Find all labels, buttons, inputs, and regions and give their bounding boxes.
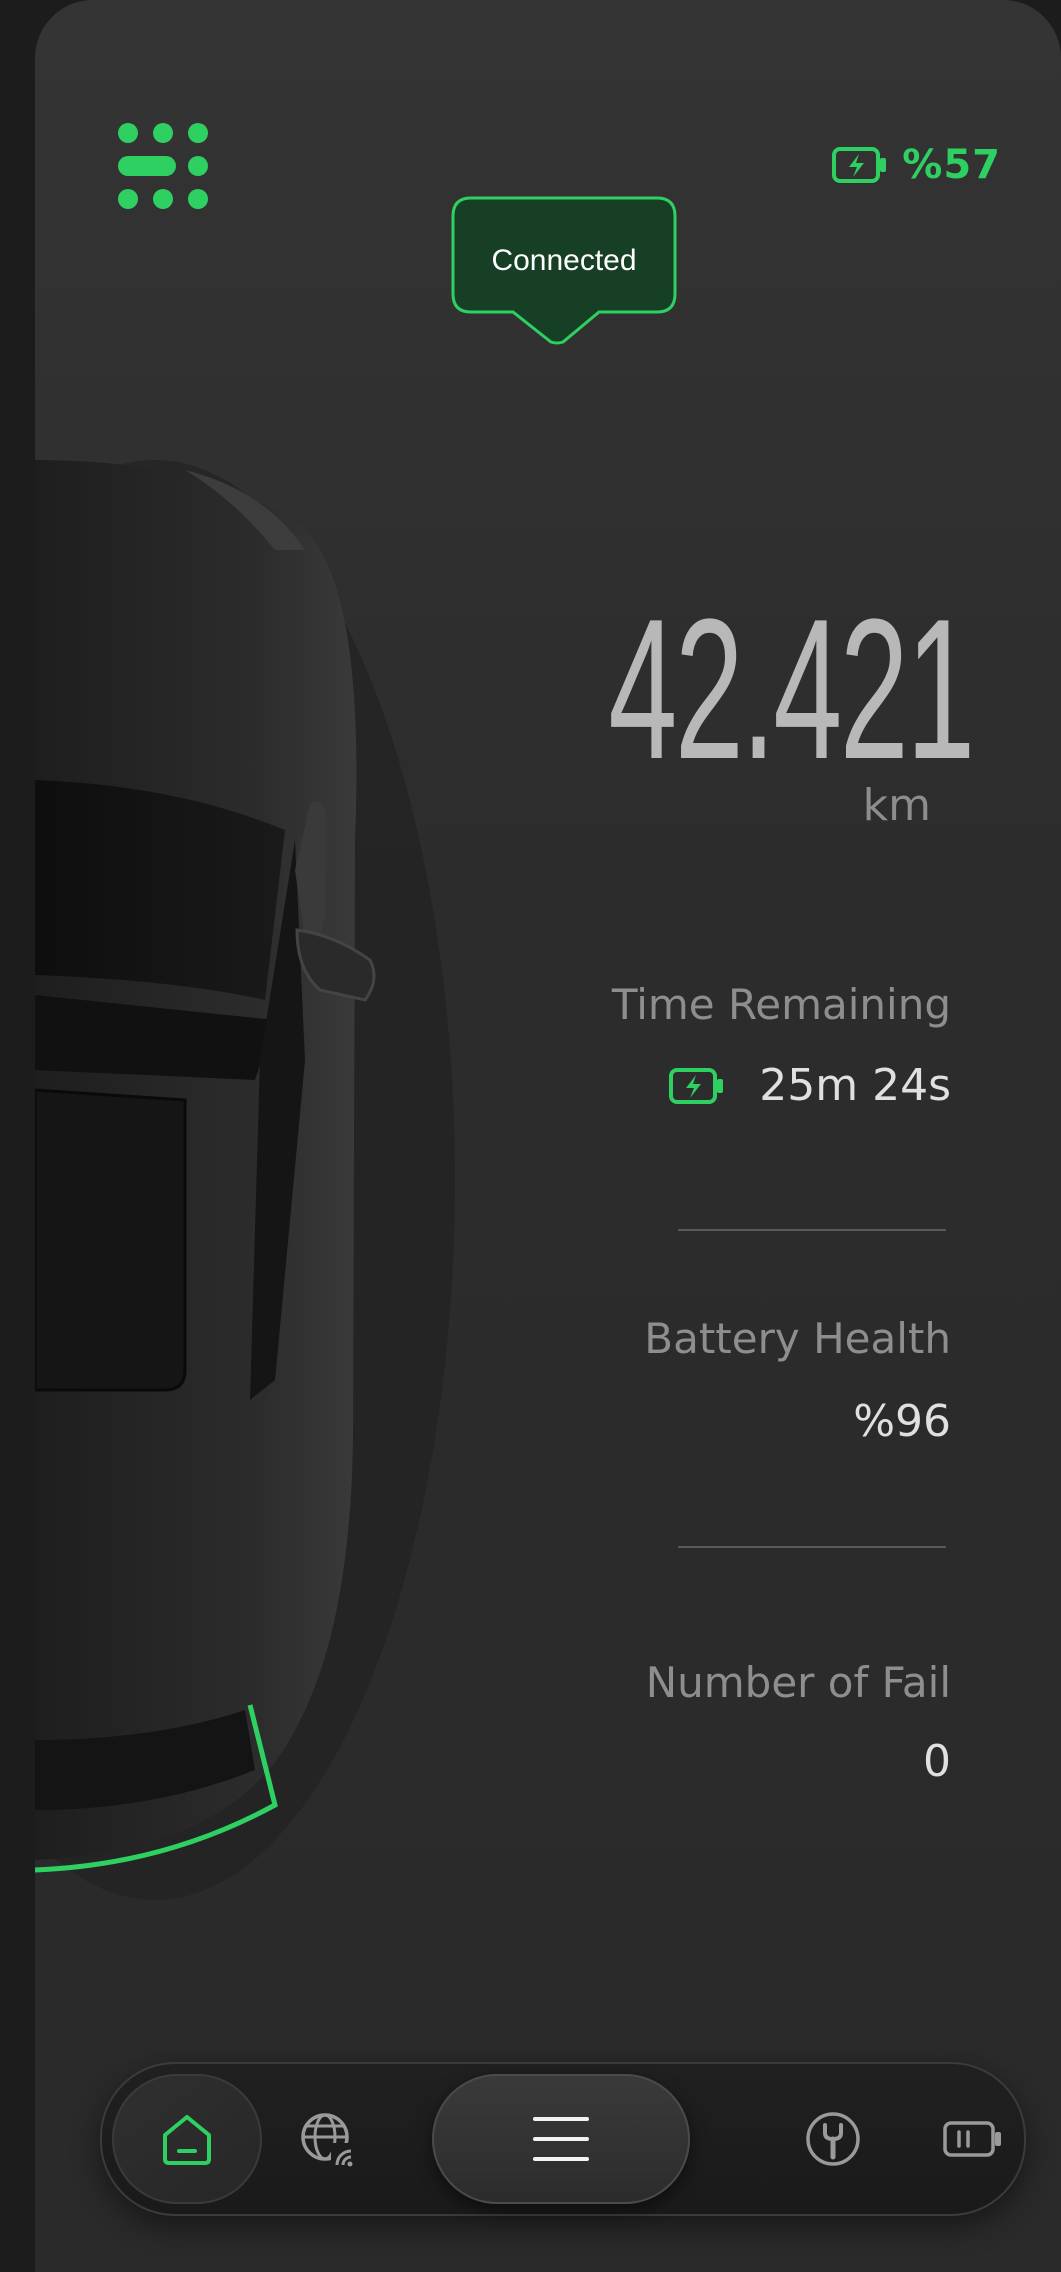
home-icon	[163, 2115, 211, 2165]
hamburger-icon	[533, 2117, 589, 2161]
car-top-view	[35, 460, 455, 1900]
time-remaining-label: Time Remaining	[611, 980, 951, 1029]
fail-count-value: 0	[923, 1736, 951, 1787]
nav-battery-button[interactable]	[938, 2104, 1008, 2174]
divider	[678, 1229, 946, 1231]
globe-wifi-icon	[301, 2113, 357, 2169]
nav-menu-button[interactable]	[432, 2074, 690, 2204]
odometer-unit: km	[862, 780, 931, 831]
phone-screen: %57 Connected 42.421 km Time Remaining 2…	[35, 0, 1061, 2272]
battery-charging-icon	[832, 147, 887, 183]
time-remaining-value: 25m 24s	[759, 1060, 951, 1111]
battery-charging-icon	[669, 1067, 724, 1104]
battery-health-value: %96	[853, 1396, 951, 1447]
odometer-value: 42.421	[608, 578, 976, 801]
wrench-icon	[806, 2112, 860, 2166]
nav-home-button[interactable]	[112, 2074, 262, 2204]
battery-health-label: Battery Health	[644, 1314, 951, 1363]
fail-count-label: Number of Fail	[645, 1658, 951, 1707]
battery-icon	[943, 2121, 1001, 2157]
connection-badge: Connected	[451, 196, 681, 346]
battery-percent: %57	[902, 142, 1001, 188]
bottom-nav	[100, 2062, 1026, 2216]
dots-grid-menu-icon[interactable]	[117, 122, 209, 210]
battery-status: %57	[832, 142, 1001, 188]
nav-globe-button[interactable]	[292, 2104, 362, 2174]
divider	[678, 1546, 946, 1548]
connection-label: Connected	[491, 244, 637, 277]
time-remaining-row: 25m 24s	[669, 1060, 951, 1111]
nav-service-button[interactable]	[798, 2104, 868, 2174]
